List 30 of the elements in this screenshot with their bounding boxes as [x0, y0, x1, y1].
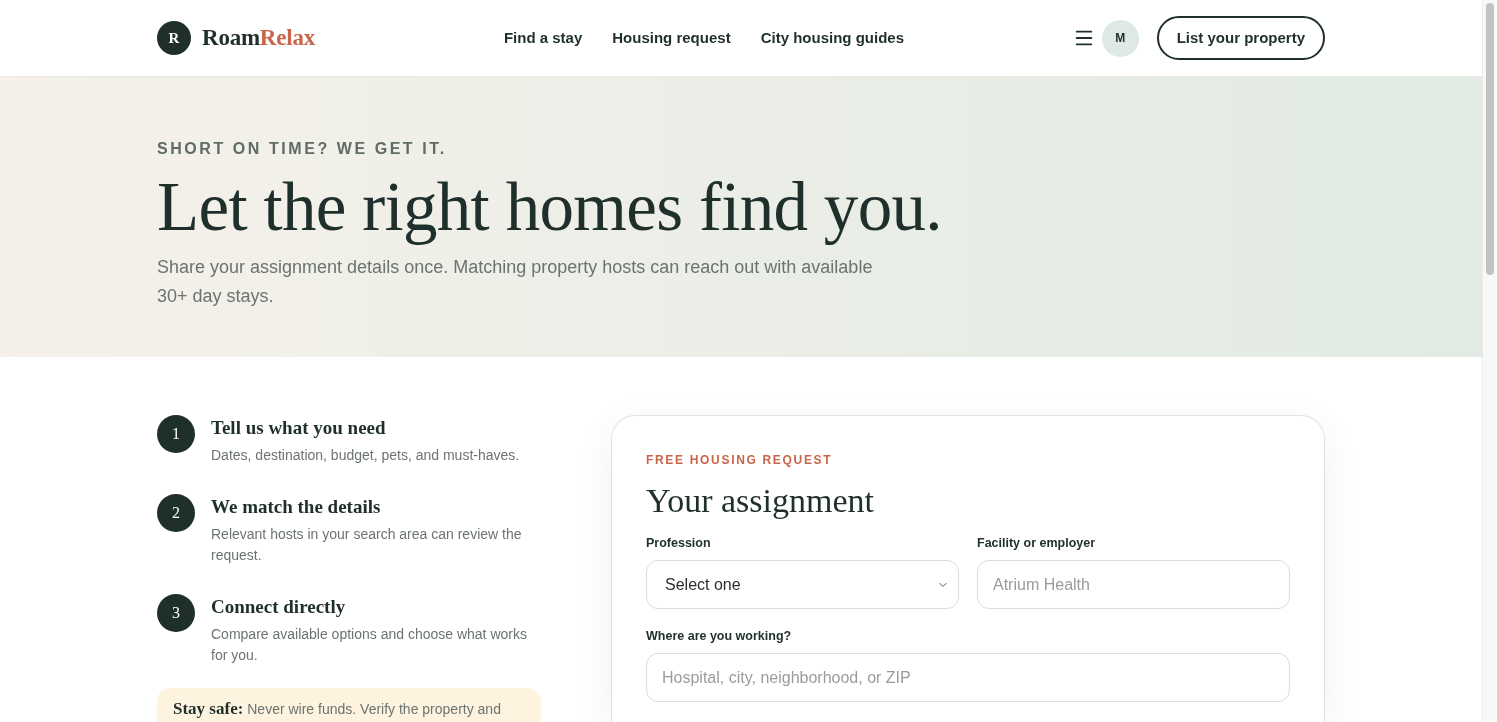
step-number: 1 — [157, 415, 195, 453]
nav-link[interactable]: Housing request — [612, 26, 731, 50]
hero-title: Let the right homes find you. — [157, 169, 942, 245]
text-field[interactable]: Hospital, city, neighborhood, or ZIP — [646, 653, 1290, 702]
hero-eyebrow: SHORT ON TIME? WE GET IT. — [157, 139, 447, 159]
logo-mark[interactable]: R — [157, 21, 191, 55]
scrollbar[interactable] — [1482, 0, 1497, 722]
scrollbar-thumb[interactable] — [1486, 3, 1494, 275]
field-label: Facility or employer — [977, 535, 1096, 551]
list-property-button[interactable]: List your property — [1156, 16, 1325, 60]
field-label: Profession — [646, 535, 711, 551]
step-description: Relevant hosts in your search area can review the request. — [211, 525, 523, 565]
step-number: 2 — [157, 494, 195, 532]
step-description: Dates, destination, budget, pets, and must-haves. — [211, 446, 520, 465]
text-field[interactable]: Atrium Health — [977, 560, 1290, 609]
form-title: Your assignment — [646, 481, 875, 521]
step-title: Tell us what you need — [211, 416, 386, 440]
hero-subtitle: Share your assignment details once. Matching property hosts can reach out with available 30+ day stays. — [157, 256, 874, 308]
safety-note-text: Stay safe: Never wire funds. Verify the property and — [173, 699, 502, 719]
step-title: Connect directly — [211, 595, 346, 619]
select-field[interactable]: Select one — [646, 560, 959, 609]
nav-link[interactable]: Find a stay — [503, 26, 583, 50]
step-description: Compare available options and choose what works for you. — [211, 625, 528, 665]
logo-wordmark[interactable]: RoamRelax — [202, 20, 315, 56]
step-number: 3 — [157, 594, 195, 632]
form-eyebrow: FREE HOUSING REQUEST — [646, 452, 834, 468]
field-label: Where are you working? — [646, 628, 792, 644]
avatar[interactable]: M — [1101, 19, 1139, 57]
step-title: We match the details — [211, 495, 381, 519]
nav-link[interactable]: City housing guides — [760, 26, 904, 50]
